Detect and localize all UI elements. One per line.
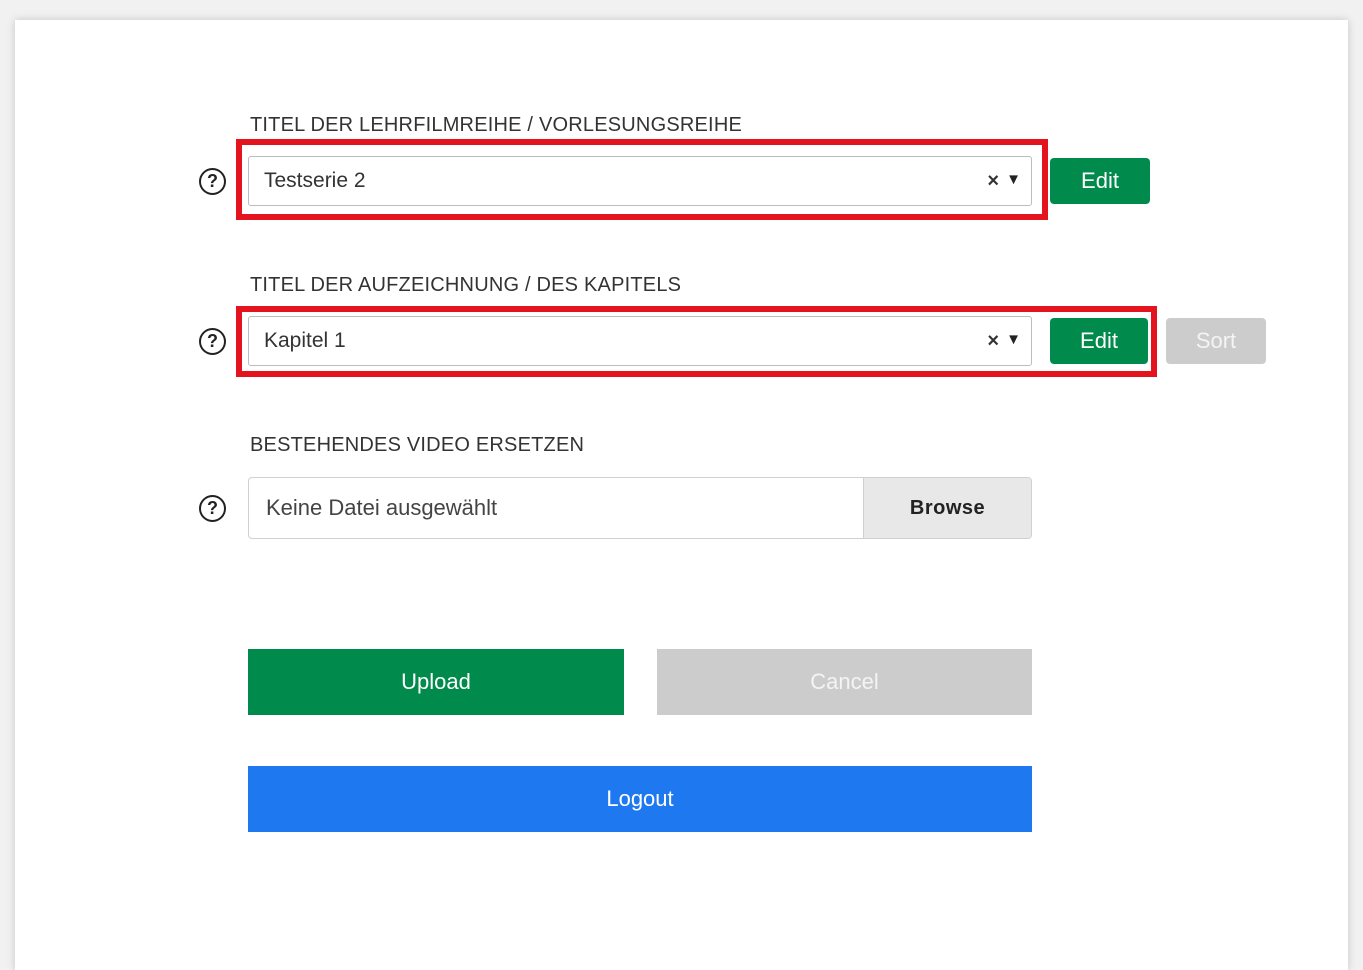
recording-select[interactable]: Kapitel 1 × ▼ — [248, 316, 1032, 366]
upload-button[interactable]: Upload — [248, 649, 624, 715]
series-title-label: TITEL DER LEHRFILMREIHE / VORLESUNGSREIH… — [250, 114, 742, 136]
series-select[interactable]: Testserie 2 × ▼ — [248, 156, 1032, 206]
replace-video-help-icon[interactable]: ? — [199, 495, 226, 522]
replace-video-label: BESTEHENDES VIDEO ERSETZEN — [250, 434, 585, 456]
series-clear-icon[interactable]: × — [987, 170, 999, 193]
recording-caret-down-icon[interactable]: ▼ — [1006, 331, 1021, 348]
series-select-value: Testserie 2 — [264, 169, 366, 192]
series-help-icon[interactable]: ? — [199, 168, 226, 195]
cancel-button[interactable]: Cancel — [657, 649, 1032, 715]
recording-title-label: TITEL DER AUFZEICHNUNG / DES KAPITELS — [250, 274, 682, 296]
browse-button[interactable]: Browse — [863, 478, 1031, 538]
replace-video-file-input[interactable]: Keine Datei ausgewählt Browse — [248, 477, 1032, 539]
recording-clear-icon[interactable]: × — [987, 330, 999, 353]
file-input-placeholder: Keine Datei ausgewählt — [266, 495, 498, 520]
series-edit-button[interactable]: Edit — [1050, 158, 1150, 204]
recording-help-icon[interactable]: ? — [199, 328, 226, 355]
recording-edit-button[interactable]: Edit — [1050, 318, 1148, 364]
logout-button[interactable]: Logout — [248, 766, 1032, 832]
recording-sort-button[interactable]: Sort — [1166, 318, 1266, 364]
recording-select-value: Kapitel 1 — [264, 329, 346, 352]
series-caret-down-icon[interactable]: ▼ — [1006, 171, 1021, 188]
